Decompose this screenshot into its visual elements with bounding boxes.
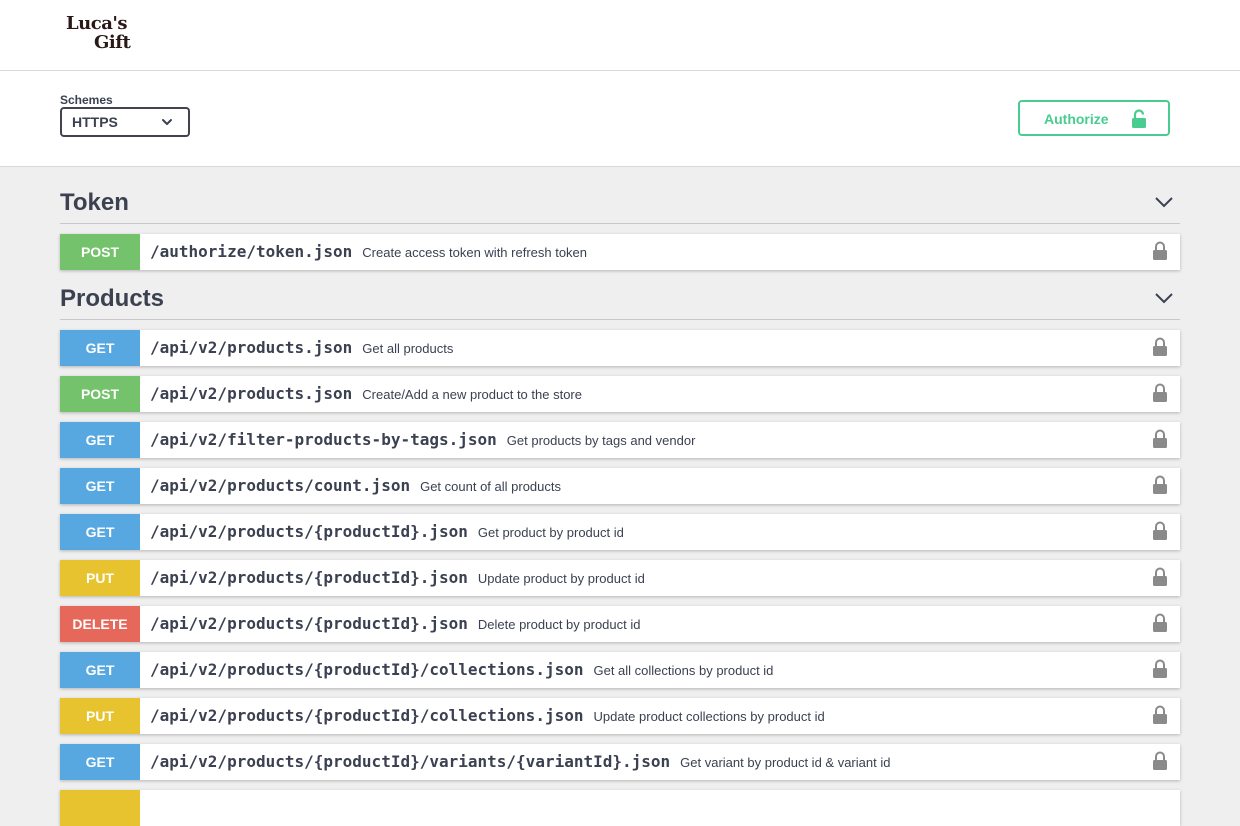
method-badge-get: GET <box>60 422 140 458</box>
lock-icon[interactable] <box>1152 613 1168 633</box>
operation-path: /api/v2/products.json Get all products <box>150 330 453 367</box>
operation-summary: Get all products <box>362 341 454 356</box>
lock-icon[interactable] <box>1152 241 1168 261</box>
path-text: /api/v2/products/{productId}.json <box>150 522 468 541</box>
operation-path: /api/v2/products/{productId}.json Get pro… <box>150 514 624 551</box>
schemes-select[interactable]: HTTPS <box>60 107 190 137</box>
path-text: /api/v2/products/{productId}.json <box>150 614 468 633</box>
operation-row[interactable]: GET /api/v2/products/{productId}/variant… <box>60 744 1180 780</box>
logo-line-1: Luca's <box>66 13 128 34</box>
schemes-label: Schemes <box>60 93 113 107</box>
lock-icon[interactable] <box>1152 383 1168 403</box>
section-products: Products GET /api/v2/products.json Get al… <box>60 283 1180 826</box>
chevron-down-icon <box>162 119 172 125</box>
section-title: Token <box>60 189 129 216</box>
path-text: /api/v2/products/{productId}/collections… <box>150 706 584 725</box>
method-badge-get: GET <box>60 468 140 504</box>
operation-summary: Get product by product id <box>477 525 624 540</box>
lock-icon[interactable] <box>1152 475 1168 495</box>
operation-row[interactable]: GET /api/v2/products/{productId}.json Get… <box>60 514 1180 550</box>
operation-summary: Update product collections by product id <box>593 709 825 724</box>
lock-icon[interactable] <box>1152 751 1168 771</box>
path-text: /api/v2/products/{productId}/variants/{v… <box>150 752 671 771</box>
path-text: /api/v2/filter-products-by-tags.json <box>150 430 497 449</box>
lock-icon[interactable] <box>1152 429 1168 449</box>
operation-path: /api/v2/products/{productId}.json Update … <box>150 560 645 597</box>
section-token: Token POST /authorize/token.json Create a… <box>60 187 1180 270</box>
operation-summary: Get variant by product id & variant id <box>680 755 891 770</box>
lock-icon[interactable] <box>1152 659 1168 679</box>
path-text: /api/v2/products/{productId}/collections… <box>150 660 584 679</box>
operation-row[interactable]: GET /api/v2/products/count.json Get count… <box>60 468 1180 504</box>
method-badge-get: GET <box>60 744 140 780</box>
operation-summary: Create/Add a new product to the store <box>362 387 582 402</box>
operation-row[interactable]: PUT /api/v2/products/{productId}/collect… <box>60 698 1180 734</box>
method-badge-put: PUT <box>60 698 140 734</box>
operation-path: /api/v2/products/{productId}.json Delete … <box>150 606 641 643</box>
section-title: Products <box>60 285 165 312</box>
operation-path: /api/v2/products.json Create/Add a new pr… <box>150 376 582 413</box>
operation-row[interactable]: POST /api/v2/products.json Create/Add a n… <box>60 376 1180 412</box>
lock-icon[interactable] <box>1152 705 1168 725</box>
operation-row[interactable]: GET /api/v2/products/{productId}/collect… <box>60 652 1180 688</box>
lock-icon[interactable] <box>1152 567 1168 587</box>
operation-path: /api/v2/products/{productId}/variants/{v… <box>150 744 890 781</box>
method-badge-put <box>60 790 140 826</box>
top-bar: Luca's Gift <box>0 0 1240 71</box>
brand-logo[interactable]: Luca's Gift <box>66 14 136 54</box>
operation-row[interactable]: POST /authorize/token.json Create access … <box>60 234 1180 270</box>
path-text: /api/v2/products.json <box>150 384 353 403</box>
operation-summary: Get products by tags and vendor <box>506 433 696 448</box>
method-badge-get: GET <box>60 330 140 366</box>
logo-line-2: Gift <box>94 32 131 53</box>
operation-row[interactable]: GET /api/v2/products.json Get all product… <box>60 330 1180 366</box>
operation-summary: Update product by product id <box>477 571 645 586</box>
operation-path: /api/v2/filter-products-by-tags.json Get … <box>150 422 695 459</box>
operation-row[interactable]: PUT /api/v2/products/{productId}.json Upd… <box>60 560 1180 596</box>
section-header-token[interactable]: Token <box>60 187 1180 224</box>
operation-summary: Get count of all products <box>420 479 562 494</box>
path-text: /api/v2/products/{productId}.json <box>150 568 468 587</box>
operation-row[interactable]: DELETE /api/v2/products/{productId}.json… <box>60 606 1180 642</box>
path-text: /api/v2/products/count.json <box>150 476 411 495</box>
section-header-products[interactable]: Products <box>60 283 1180 320</box>
method-badge-delete: DELETE <box>60 606 140 642</box>
lock-icon[interactable] <box>1152 337 1168 357</box>
method-badge-get: GET <box>60 652 140 688</box>
method-badge-get: GET <box>60 514 140 550</box>
method-badge-put: PUT <box>60 560 140 596</box>
chevron-down-icon[interactable] <box>1154 291 1174 305</box>
operation-path: /api/v2/products/count.json Get count of … <box>150 468 561 505</box>
method-badge-post: POST <box>60 234 140 270</box>
authorize-label: Authorize <box>1044 111 1109 127</box>
operation-path: /api/v2/products/{productId}/collections… <box>150 652 773 689</box>
lock-icon[interactable] <box>1152 521 1168 541</box>
operation-path: /authorize/token.json Create access token… <box>150 234 587 271</box>
operation-summary: Create access token with refresh token <box>362 245 588 260</box>
operation-summary: Delete product by product id <box>477 617 641 632</box>
chevron-down-icon[interactable] <box>1154 195 1174 209</box>
path-text: /api/v2/products.json <box>150 338 353 357</box>
schemes-selected-value: HTTPS <box>72 114 118 130</box>
path-text: /authorize/token.json <box>150 242 353 261</box>
unlocked-icon <box>1132 109 1146 128</box>
scheme-container: Schemes HTTPS Authorize <box>0 71 1240 167</box>
operation-path: /api/v2/products/{productId}/collections… <box>150 698 825 735</box>
method-badge-post: POST <box>60 376 140 412</box>
authorize-button[interactable]: Authorize <box>1018 100 1170 136</box>
operation-summary: Get all collections by product id <box>593 663 774 678</box>
operation-row-partial[interactable] <box>60 790 1180 826</box>
operation-row[interactable]: GET /api/v2/filter-products-by-tags.json… <box>60 422 1180 458</box>
